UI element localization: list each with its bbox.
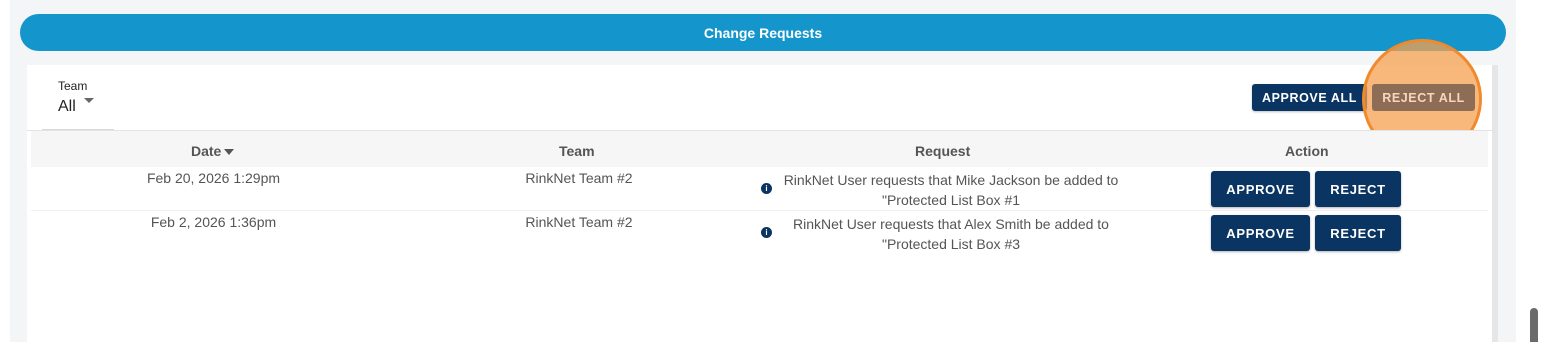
team-filter-select[interactable]: Team All bbox=[42, 76, 114, 130]
row-request-line-2: "Protected List Box #3 bbox=[881, 236, 1021, 252]
row-request: RinkNet User requests that Alex Smith be… bbox=[771, 214, 1131, 254]
sort-desc-icon[interactable] bbox=[224, 149, 235, 156]
approve-all-button[interactable]: APPROVE ALL bbox=[1252, 84, 1367, 111]
column-header-team: Team bbox=[559, 143, 595, 159]
row-request-line-2: "Protected List Box #1 bbox=[881, 192, 1021, 208]
row-request-line-1: RinkNet User requests that Mike Jackson … bbox=[783, 172, 1119, 188]
change-requests-header: Change Requests bbox=[20, 14, 1506, 51]
panel-scroll-track bbox=[1492, 65, 1498, 342]
column-header-date-label: Date bbox=[191, 143, 222, 159]
column-header-action: Action bbox=[1285, 143, 1329, 159]
row-request: RinkNet User requests that Mike Jackson … bbox=[771, 170, 1131, 210]
row-team: RinkNet Team #2 bbox=[525, 170, 633, 186]
table-row: Feb 20, 2026 1:29pm RinkNet Team #2 i Ri… bbox=[31, 167, 1488, 211]
column-header-request: Request bbox=[915, 143, 971, 159]
row-request-line-1: RinkNet User requests that Alex Smith be… bbox=[793, 216, 1109, 232]
chevron-down-icon[interactable] bbox=[84, 98, 94, 103]
reject-button[interactable]: REJECT bbox=[1315, 171, 1401, 207]
team-filter-label: Team bbox=[58, 79, 88, 93]
team-filter-value[interactable]: All bbox=[58, 98, 76, 116]
row-team: RinkNet Team #2 bbox=[525, 214, 633, 230]
page-scrollbar-thumb[interactable] bbox=[1530, 308, 1538, 342]
row-date: Feb 2, 2026 1:36pm bbox=[150, 214, 277, 230]
table-header-row bbox=[31, 131, 1488, 167]
column-header-date[interactable]: Date bbox=[191, 143, 235, 159]
reject-button[interactable]: REJECT bbox=[1315, 215, 1401, 251]
approve-button[interactable]: APPROVE bbox=[1211, 215, 1310, 251]
row-date: Feb 20, 2026 1:29pm bbox=[146, 170, 281, 186]
table-row: Feb 2, 2026 1:36pm RinkNet Team #2 i Rin… bbox=[31, 211, 1488, 255]
reject-all-button[interactable]: REJECT ALL bbox=[1372, 84, 1475, 111]
approve-button[interactable]: APPROVE bbox=[1211, 171, 1310, 207]
page-title: Change Requests bbox=[703, 24, 823, 41]
